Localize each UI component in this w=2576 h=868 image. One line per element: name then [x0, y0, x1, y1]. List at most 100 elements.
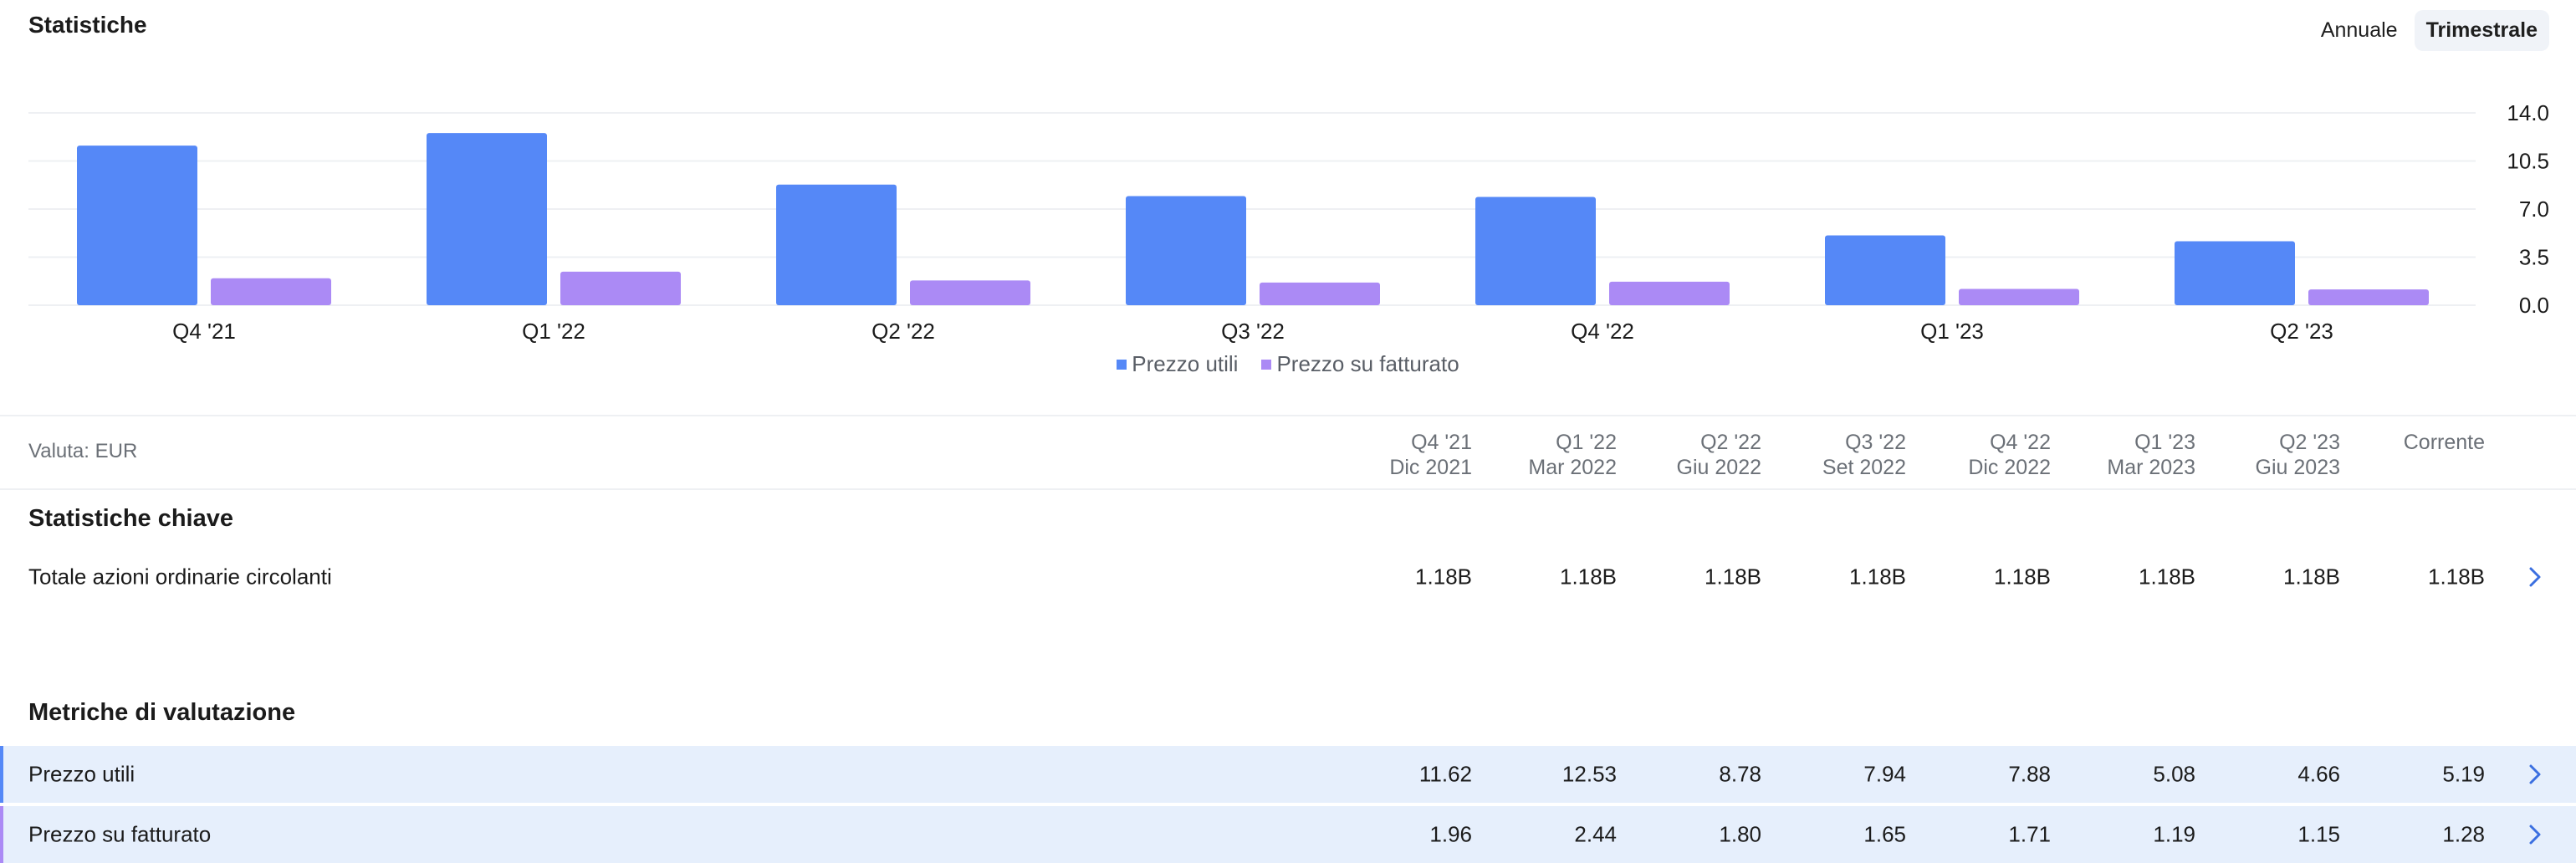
section-title-valuation: Metriche di valutazione [28, 699, 296, 726]
bar-prezzo-su-fatturato[interactable] [1609, 281, 1730, 305]
currency-label: Valuta: EUR [28, 440, 138, 462]
column-header: Q1 '22 Mar 2022 [1449, 430, 1617, 480]
table-row-shares-outstanding[interactable]: Totale azioni ordinarie circolanti 1.18B… [0, 549, 2576, 605]
valuation-bar-chart: 14.0 10.5 7.0 3.5 0.0 Q4 '21 Q1 '22 Q2 '22 Q3 '2… [28, 100, 2549, 343]
table-cell: 5.19 [2442, 761, 2485, 787]
period-annual-button[interactable]: Annuale [2309, 10, 2410, 51]
table-cell: 8.78 [1719, 761, 1761, 787]
column-header-quarter: Q1 '22 [1556, 431, 1617, 454]
column-header-date: Dic 2021 [1389, 456, 1472, 479]
table-cell: 1.18B [1560, 564, 1617, 590]
x-tick-label: Q4 '21 [172, 319, 236, 343]
bar-prezzo-su-fatturato[interactable] [910, 280, 1030, 305]
column-header-date: Mar 2023 [2107, 456, 2195, 479]
table-cell: 1.18B [2428, 564, 2485, 590]
table-cell: 1.18B [1849, 564, 1906, 590]
table-cell: 7.94 [1863, 761, 1906, 787]
row-accent-bar [0, 746, 3, 803]
table-cell: 1.96 [1429, 821, 1472, 847]
page-title: Statistiche [28, 12, 147, 38]
column-header-quarter: Q2 '23 [2279, 431, 2340, 454]
table-cell: 1.18B [1705, 564, 1761, 590]
bar-prezzo-utili[interactable] [1126, 196, 1246, 305]
column-header: Q4 '22 Dic 2022 [1883, 430, 2051, 480]
legend-item-prezzo-utili[interactable]: Prezzo utili [1117, 351, 1238, 377]
y-tick-label: 7.0 [2519, 197, 2549, 222]
x-tick-label: Q1 '23 [1920, 319, 1984, 343]
chevron-right-icon[interactable] [2522, 564, 2548, 590]
x-tick-label: Q1 '22 [522, 319, 585, 343]
bar-prezzo-utili[interactable] [427, 133, 547, 305]
y-tick-label: 3.5 [2519, 245, 2549, 270]
x-tick-label: Q4 '22 [1571, 319, 1634, 343]
table-cell: 4.66 [2297, 761, 2340, 787]
y-tick-label: 0.0 [2519, 293, 2549, 318]
table-cell: 1.80 [1719, 821, 1761, 847]
row-label: Prezzo utili [28, 761, 135, 787]
table-cell: 12.53 [1561, 761, 1617, 787]
stats-header: Statistiche Annuale Trimestrale [0, 0, 2576, 67]
bar-prezzo-su-fatturato[interactable] [1959, 288, 2079, 305]
legend-swatch-prezzo-su-fatturato [1261, 359, 1272, 370]
x-tick-label: Q3 '22 [1221, 319, 1285, 343]
period-quarterly-button[interactable]: Trimestrale [2414, 10, 2549, 51]
column-header-date: Giu 2022 [1676, 456, 1761, 479]
column-header-date: Giu 2023 [2255, 456, 2340, 479]
column-header-quarter: Q4 '22 [1990, 431, 2051, 454]
row-accent-bar [0, 806, 3, 863]
table-cell: 1.28 [2442, 821, 2485, 847]
column-header-date: Mar 2022 [1528, 456, 1617, 479]
x-tick-label: Q2 '22 [871, 319, 935, 343]
column-header-date: Dic 2022 [1968, 456, 2051, 479]
table-cell: 1.18B [1415, 564, 1472, 590]
column-header-date: Set 2022 [1822, 456, 1906, 479]
table-cell: 1.18B [2283, 564, 2340, 590]
table-row-prezzo-utili[interactable]: Prezzo utili 11.62 12.53 8.78 7.94 7.88 5.08 4… [0, 746, 2576, 803]
row-label: Prezzo su fatturato [28, 821, 212, 847]
table-cell: 7.88 [2008, 761, 2051, 787]
table-cell: 1.19 [2153, 821, 2195, 847]
legend-label-prezzo-utili: Prezzo utili [1132, 351, 1239, 376]
y-tick-label: 10.5 [2507, 149, 2549, 174]
table-cell: 1.71 [2008, 821, 2051, 847]
column-header-quarter: Q3 '22 [1845, 431, 1906, 454]
header-divider [0, 488, 2576, 490]
table-cell: 1.18B [1994, 564, 2051, 590]
column-header: Q1 '23 Mar 2023 [2028, 430, 2195, 480]
section-title-key-stats: Statistiche chiave [28, 505, 233, 532]
chart-legend: Prezzo utili Prezzo su fatturato [0, 351, 2576, 377]
table-cell: 11.62 [1418, 761, 1472, 787]
column-header: Q2 '22 Giu 2022 [1594, 430, 1761, 480]
bar-prezzo-su-fatturato[interactable] [560, 271, 681, 305]
bar-prezzo-su-fatturato[interactable] [2308, 289, 2429, 305]
column-header-quarter: Q1 '23 [2134, 431, 2195, 454]
bar-prezzo-su-fatturato[interactable] [1260, 282, 1380, 305]
column-header: Q2 '23 Giu 2023 [2173, 430, 2340, 480]
column-header-quarter: Corrente [2403, 431, 2485, 454]
chevron-right-icon[interactable] [2522, 822, 2548, 847]
table-row-prezzo-su-fatturato[interactable]: Prezzo su fatturato 1.96 2.44 1.80 1.65 1.71… [0, 806, 2576, 863]
table-cell: 2.44 [1574, 821, 1617, 847]
x-tick-label: Q2 '23 [2270, 319, 2333, 343]
row-label: Totale azioni ordinarie circolanti [28, 564, 332, 590]
column-header-quarter: Q2 '22 [1700, 431, 1761, 454]
bar-prezzo-utili[interactable] [1475, 197, 1596, 305]
bar-prezzo-utili[interactable] [77, 146, 197, 305]
column-header: Q4 '21 Dic 2021 [1305, 430, 1472, 480]
y-tick-label: 14.0 [2507, 100, 2549, 125]
chevron-right-icon[interactable] [2522, 762, 2548, 787]
table-cell: 1.15 [2297, 821, 2340, 847]
column-header-quarter: Q4 '21 [1411, 431, 1472, 454]
legend-swatch-prezzo-utili [1117, 359, 1127, 370]
column-header: Corrente [2318, 430, 2485, 455]
legend-item-prezzo-su-fatturato[interactable]: Prezzo su fatturato [1261, 351, 1459, 377]
table-cell: 5.08 [2153, 761, 2195, 787]
bar-prezzo-utili[interactable] [1825, 235, 1945, 305]
bar-prezzo-utili[interactable] [2175, 241, 2295, 305]
column-header: Q3 '22 Set 2022 [1739, 430, 1906, 480]
bar-prezzo-utili[interactable] [776, 184, 897, 305]
bar-prezzo-su-fatturato[interactable] [211, 278, 331, 305]
legend-label-prezzo-su-fatturato: Prezzo su fatturato [1276, 351, 1459, 376]
table-cell: 1.18B [2139, 564, 2195, 590]
chart-table-divider [0, 415, 2576, 416]
